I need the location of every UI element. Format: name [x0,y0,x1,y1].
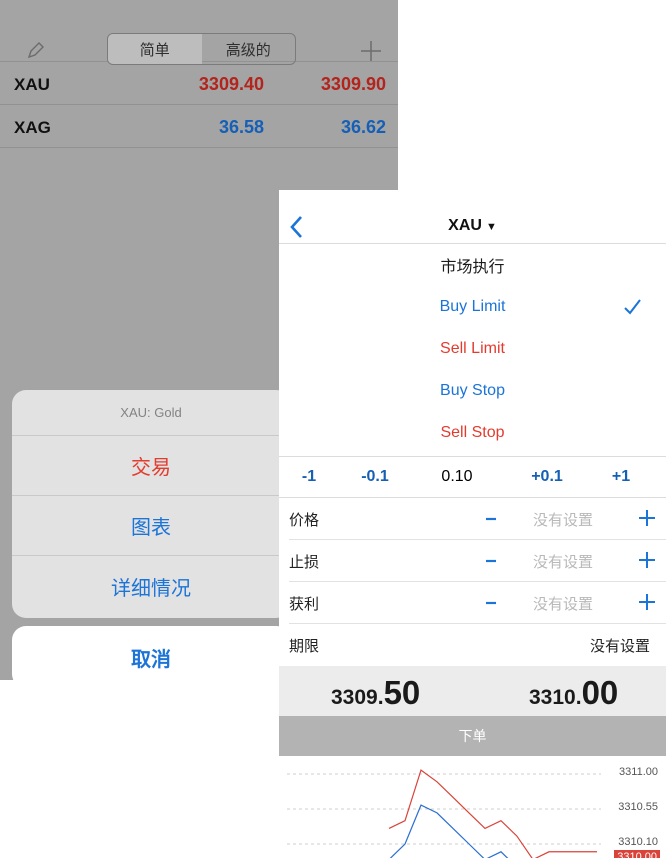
order-type-buy-limit[interactable]: Buy Limit [279,286,666,328]
field-value[interactable]: 没有设置 [533,593,593,614]
y-tick-label: 3311.00 [619,766,658,778]
price-chart: 3311.00 3310.55 3310.10 3310.00 [279,756,666,858]
quote-symbol: XAU [14,75,50,94]
volume-dec-1-button[interactable]: -1 [279,468,339,486]
field-stop-loss: 止损 没有设置 [289,540,666,582]
action-details[interactable]: 详细情况 [12,556,290,616]
volume-stepper: -1 -0.1 0.10 +0.1 +1 [279,456,666,498]
checkmark-icon [624,299,641,315]
ask-price: 3310.00 [529,674,618,712]
plus-icon[interactable] [638,551,656,569]
segment-simple[interactable]: 简单 [108,34,202,64]
minus-icon[interactable] [483,511,499,527]
action-trade[interactable]: 交易 [12,436,290,496]
bid-price: 3309.50 [331,674,420,712]
field-label: 期限 [289,637,320,655]
volume-inc-1-button[interactable]: +1 [591,468,651,486]
order-type-label: Buy Limit [439,298,506,315]
action-sheet: XAU: Gold 交易 图表 详细情况 [12,390,290,618]
quote-ask: 36.62 [340,117,386,137]
field-price: 价格 没有设置 [289,498,666,540]
quote-bid: 3309.40 [198,74,264,94]
action-sheet-title: XAU: Gold [12,390,290,436]
plus-icon[interactable] [358,38,384,64]
field-value[interactable]: 没有设置 [533,551,593,572]
ask-price-main: 3310. [529,686,582,709]
quote-row-xag[interactable]: XAG 36.58 36.62 [0,105,398,148]
action-chart[interactable]: 图表 [12,496,290,556]
price-panel: 3309.50 3310.00 [279,666,666,716]
field-label: 止损 [289,553,320,571]
order-screen: XAU ▼ 市场执行 Buy Limit Sell Limit Buy Stop … [279,190,666,858]
field-take-profit: 获利 没有设置 [289,582,666,624]
quote-row-xau[interactable]: XAU 3309.40 3309.90 [0,62,398,105]
quote-bid: 36.58 [218,117,264,137]
volume-value[interactable]: 0.10 [411,468,503,486]
plus-icon[interactable] [638,593,656,611]
volume-dec-01-button[interactable]: -0.1 [339,468,411,486]
order-type-sell-stop[interactable]: Sell Stop [279,412,666,454]
cancel-button[interactable]: 取消 [12,626,290,680]
quote-ask: 3309.90 [320,74,386,94]
field-value[interactable]: 没有设置 [533,509,593,530]
symbol-title: XAU [448,217,482,234]
symbol-selector[interactable]: XAU ▼ [279,217,666,235]
price-series-line [388,769,597,858]
field-label: 获利 [289,595,320,613]
volume-inc-01-button[interactable]: +0.1 [503,468,591,486]
pencil-icon[interactable] [26,40,46,60]
field-label: 价格 [289,511,320,529]
price-chart-svg [287,769,601,858]
field-expiry[interactable]: 期限 没有设置 [289,624,666,666]
minus-icon[interactable] [483,595,499,611]
place-order-button[interactable]: 下单 [279,716,666,756]
status-bar [0,0,398,10]
quote-symbol: XAG [14,118,51,137]
view-mode-segmented-control: 简单 高级的 [107,33,296,65]
order-type-sell-limit[interactable]: Sell Limit [279,328,666,370]
plus-icon[interactable] [638,509,656,527]
bid-price-main: 3309. [331,686,384,709]
ask-price-big: 00 [581,674,619,711]
dropdown-triangle-icon: ▼ [485,221,497,233]
y-tick-label: 3310.10 [618,836,658,848]
expiry-value: 没有设置 [589,637,650,655]
price-series-line [389,804,509,858]
minus-icon[interactable] [483,553,499,569]
order-navbar: XAU ▼ [279,196,666,244]
quotes-navbar: 简单 高级的 [0,10,398,65]
order-type-market[interactable]: 市场执行 [279,244,666,286]
segment-advanced[interactable]: 高级的 [202,34,296,64]
order-type-buy-stop[interactable]: Buy Stop [279,370,666,412]
last-price-badge: 3310.00 [614,850,660,858]
bid-price-big: 50 [383,674,421,711]
y-tick-label: 3310.55 [618,801,658,813]
